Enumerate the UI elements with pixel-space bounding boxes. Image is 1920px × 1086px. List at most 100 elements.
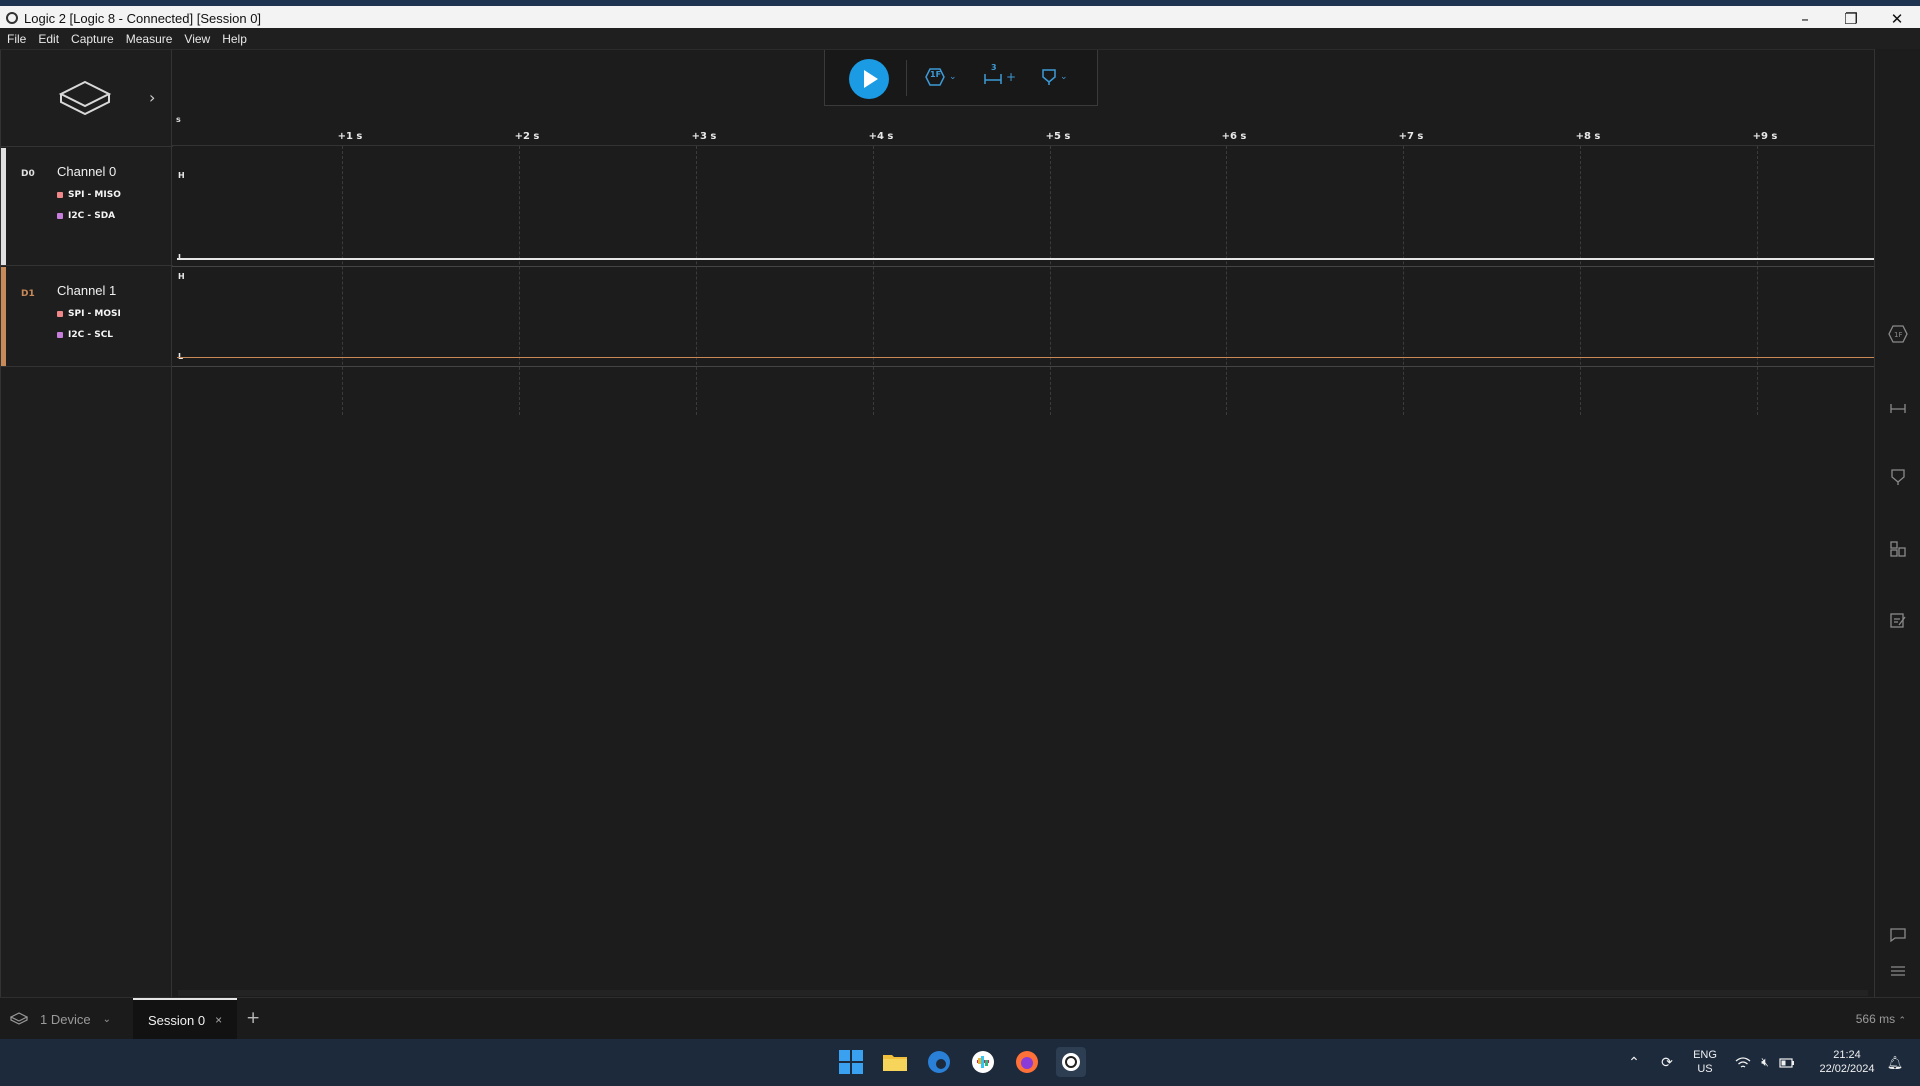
chevron-down-icon: ⌄ [1060,72,1068,82]
channel-color-stripe [1,148,6,265]
clock-date: 22/02/2024 [1819,1063,1875,1075]
device-selector[interactable]: 1 Device ⌄ [10,1008,111,1030]
language-indicator[interactable]: ENG US [1688,1039,1722,1086]
trigger-label: 1F [930,70,942,79]
menu-view[interactable]: View [184,32,210,46]
protocol-label: I2C - SDA [68,211,116,221]
device-area[interactable]: › [1,50,173,147]
slack-icon[interactable] [968,1047,998,1077]
channel-name[interactable]: Channel 1 [57,283,116,298]
tick-label: +3 s [691,131,717,142]
analyzers-icon[interactable] [1888,540,1908,560]
channel-name[interactable]: Channel 0 [57,164,116,179]
zoom-readout[interactable]: 566 ms ⌃ [1856,1012,1906,1026]
protocol-color-dot [57,311,63,317]
chevron-down-icon: ⌄ [949,72,957,82]
capture-toolbar: 1F ⌄ 3 + ⌄ [824,50,1098,106]
tick-label: +7 s [1398,131,1424,142]
time-ruler[interactable]: s +1 s +2 s +3 s +4 s +5 s +6 s +7 s +8 … [172,106,1874,146]
trigger-label: 1F [1894,331,1902,339]
grid-line [1580,146,1581,415]
grid-line [1226,146,1227,415]
session-bar: 1 Device ⌄ Session 0 × + 566 ms ⌃ [0,997,1920,1040]
region-code: US [1697,1063,1713,1075]
tick-label: +2 s [514,131,540,142]
grid-line [342,146,343,415]
mute-icon[interactable]: 🔇︎ [1756,1039,1774,1086]
marker-icon[interactable]: ⌄ [1041,65,1068,89]
menu-file[interactable]: File [7,32,26,46]
logic-app-icon[interactable] [1056,1047,1086,1077]
app-icon [6,12,18,24]
grid-line [1403,146,1404,415]
chevron-right-icon[interactable]: › [149,88,155,107]
language-code: ENG [1693,1049,1717,1061]
horizontal-scrollbar[interactable] [178,990,1868,996]
menu-measure[interactable]: Measure [126,32,173,46]
tick-label: +9 s [1752,131,1778,142]
protocol-color-dot [57,332,63,338]
protocol-tag: SPI - MISO [57,190,121,200]
tick-label: +5 s [1045,131,1071,142]
channel-row-d0[interactable]: D0 Channel 0 SPI - MISO I2C - SDA [1,148,173,266]
marker-icon[interactable] [1888,468,1908,488]
protocol-tag: I2C - SDA [57,211,115,221]
high-level-label: H [178,272,185,281]
device-count: 1 Device [40,1011,91,1027]
menu-edit[interactable]: Edit [38,32,59,46]
battery-icon[interactable] [1778,1039,1796,1086]
measure-count: 3 [991,63,997,72]
channel-id: D0 [21,169,35,179]
channel-row-d1[interactable]: D1 Channel 1 SPI - MOSI I2C - SCL [1,267,173,367]
protocol-label: SPI - MISO [68,190,121,200]
grid-line [696,146,697,415]
channel-0-waveform [177,258,1874,260]
device-icon [58,80,112,116]
os-taskbar: ⌃ ⟳ ENG US 🔇︎ 21:24 22/02/2024 🔔︎ [0,1039,1920,1086]
start-capture-button[interactable] [849,59,889,99]
main-area: › D0 Channel 0 SPI - MISO I2C - SDA D1 C… [0,49,1920,998]
clock[interactable]: 21:24 22/02/2024 [1812,1039,1882,1086]
measure-plus: + [1006,70,1017,84]
sync-icon[interactable]: ⟳ [1656,1039,1678,1086]
menu-help[interactable]: Help [222,32,247,46]
firefox-icon[interactable] [1012,1047,1042,1077]
protocol-color-dot [57,192,63,198]
protocol-tag: I2C - SCL [57,330,113,340]
grid-line [873,146,874,415]
session-tab[interactable]: Session 0 × [133,998,237,1040]
tick-label: +8 s [1575,131,1601,142]
notification-icon[interactable]: 🔔︎ [1886,1039,1904,1086]
chevron-down-icon: ⌄ [102,1013,111,1025]
channel-color-stripe [1,267,6,366]
menu-bar: File Edit Capture Measure View Help [0,28,1920,49]
protocol-label: I2C - SCL [68,330,114,340]
channel-panel: › D0 Channel 0 SPI - MISO I2C - SDA D1 C… [0,50,173,998]
trigger-icon[interactable]: 1F ⌄ [925,65,957,89]
high-level-label: H [178,171,185,180]
waveform-area[interactable]: 1F ⌄ 3 + ⌄ s +1 s +2 s +3 s +4 s +5 s +6… [172,50,1874,998]
tick-label: +4 s [868,131,894,142]
menu-capture[interactable]: Capture [71,32,114,46]
ruler-unit: s [176,115,181,124]
chevron-up-icon[interactable]: ⌃ [1626,1039,1642,1086]
tick-label: +6 s [1221,131,1247,142]
device-icon [10,1012,28,1025]
chevron-up-icon: ⌃ [1898,1015,1906,1025]
menu-icon[interactable] [1888,964,1908,984]
file-explorer-icon[interactable] [880,1047,910,1077]
comment-icon[interactable] [1888,927,1908,947]
close-icon[interactable]: × [215,1013,222,1027]
extensions-icon[interactable] [1888,611,1908,631]
grid-line [519,146,520,415]
add-session-button[interactable]: + [246,1008,260,1028]
measure-icon[interactable]: 3 + [983,63,1017,89]
row-divider [172,366,1874,367]
trigger-icon[interactable]: 1F [1888,325,1908,345]
toolbar-divider [906,60,907,96]
start-icon[interactable] [836,1047,866,1077]
protocol-label: SPI - MOSI [68,309,121,319]
edge-browser-icon[interactable] [924,1047,954,1077]
measure-icon[interactable] [1888,397,1908,417]
wifi-icon[interactable] [1734,1039,1752,1086]
